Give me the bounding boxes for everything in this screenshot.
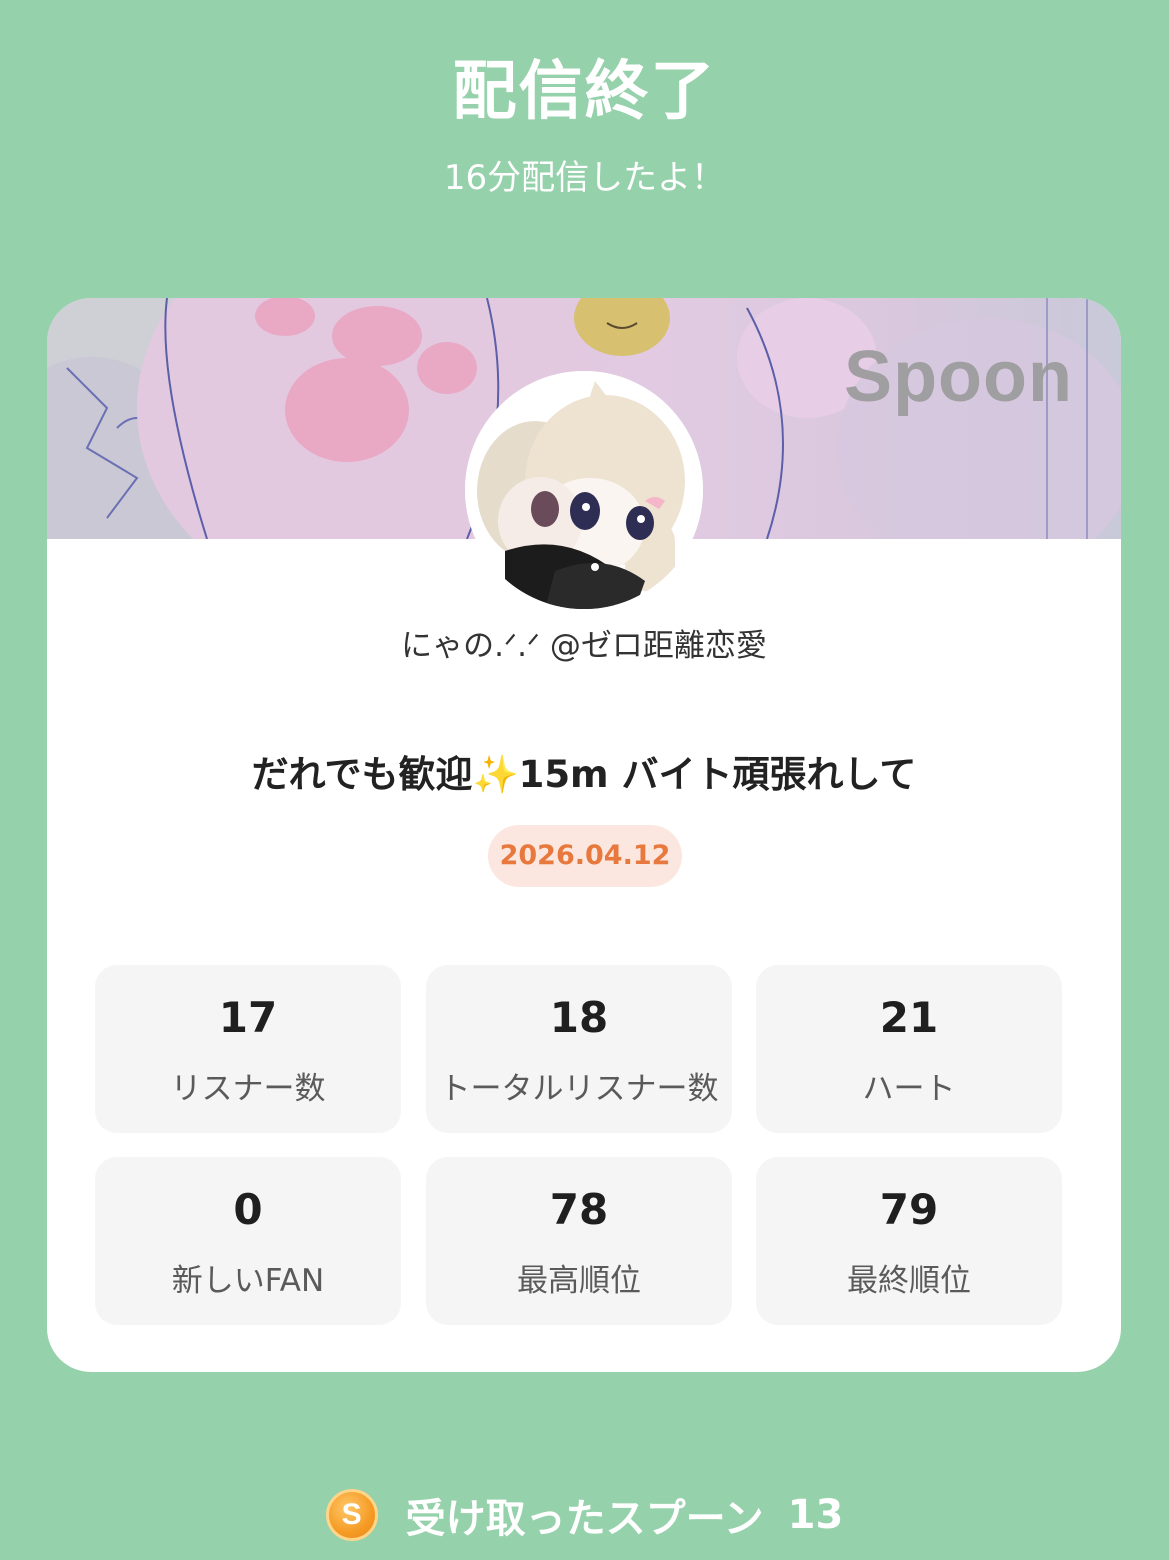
stat-value: 17: [218, 993, 278, 1042]
stat-value: 21: [879, 993, 939, 1042]
spoon-coin-icon: S: [325, 1489, 378, 1541]
avatar[interactable]: [465, 371, 703, 609]
stat-hearts: 21 ハート: [756, 965, 1062, 1133]
spoon-watermark: Spoon: [844, 337, 1073, 417]
live-title: だれでも歓迎✨15m バイト頑張れして: [251, 753, 917, 796]
stat-new-fans: 0 新しいFAN: [95, 1157, 401, 1325]
stat-label: 最高順位: [517, 1263, 641, 1299]
stat-value: 18: [549, 993, 609, 1042]
broadcaster-name[interactable]: にゃの.ᐟ.ᐟ @ゼロ距離恋愛: [47, 620, 1121, 665]
stat-listeners: 17 リスナー数: [95, 965, 401, 1133]
stat-label: ハート: [862, 1071, 956, 1107]
stat-value: 79: [879, 1185, 939, 1234]
date-badge: 2026.04.12: [488, 825, 682, 887]
received-spoons-label: 受け取ったスプーン: [405, 1496, 764, 1542]
page-title: 配信終了: [452, 55, 717, 129]
stat-label: 新しいFAN: [171, 1263, 325, 1299]
summary-card: Spoon にゃの.ᐟ.ᐟ @ゼロ距離恋愛 だれでも歓迎✨15m バイト頑張れし…: [47, 298, 1121, 1372]
stat-label: 最終順位: [847, 1263, 971, 1299]
duration-subtitle: 16分配信したよ！: [443, 158, 726, 198]
stat-total-listeners: 18 トータルリスナー数: [426, 965, 732, 1133]
received-spoons: S 受け取ったスプーン 13: [0, 1486, 1169, 1546]
stat-value: 78: [549, 1185, 609, 1234]
stat-label: トータルリスナー数: [439, 1071, 719, 1107]
stat-highest-rank: 78 最高順位: [426, 1157, 732, 1325]
received-spoons-count: 13: [787, 1492, 844, 1538]
stat-final-rank: 79 最終順位: [756, 1157, 1062, 1325]
stat-label: リスナー数: [170, 1071, 326, 1107]
stat-value: 0: [233, 1185, 263, 1234]
